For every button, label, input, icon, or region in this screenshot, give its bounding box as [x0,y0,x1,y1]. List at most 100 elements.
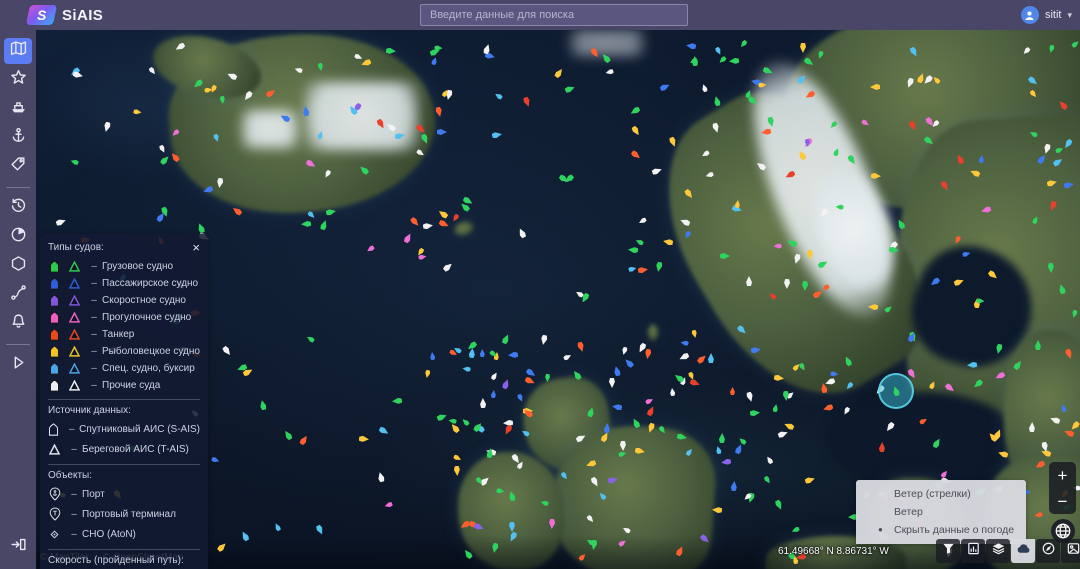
selected-vessel-marker[interactable] [892,385,901,396]
legend-dash: – [68,444,80,455]
legend-dash: – [88,261,100,272]
sidebar-item-star[interactable] [4,67,32,93]
glacier [242,110,298,148]
legend-symbol-icon [48,311,61,324]
globe-button[interactable] [1051,519,1075,543]
legend-dash: – [68,489,80,500]
legend-row: –Спец. судно, буксир [48,360,200,377]
weather-menu-item[interactable]: Ветер [856,503,1026,521]
legend-dash: – [88,380,100,391]
legend-symbol-icon [68,380,81,391]
legend-label: Береговой АИС (T-AIS) [82,444,189,455]
zoom-out-button[interactable]: − [1049,488,1076,514]
play-icon [10,354,27,376]
legend-dash: – [88,312,100,323]
stats-button[interactable] [961,539,985,563]
legend-label: Спец. судно, буксир [102,363,195,374]
sidebar-item-history[interactable] [4,195,32,221]
user-menu[interactable]: sitit ▾ [1021,0,1072,30]
cloud-icon [1016,541,1031,561]
sidebar-item-polygon[interactable] [4,253,32,279]
legend-symbol-icon [48,444,61,455]
legend-label: Прогулочное судно [102,312,191,323]
legend-speed-title: Скорость (пройденный путь): [48,555,200,566]
bell-icon [10,313,27,335]
zoom-in-button[interactable]: + [1049,462,1076,488]
sidebar-item-tag[interactable] [4,154,32,180]
sidebar-item-route[interactable] [4,282,32,308]
legend-row: –Прочие суда [48,377,200,394]
legend-symbol-icon [68,261,81,272]
star-icon [10,69,27,91]
legend-panel: Типы судов: × –Грузовое судно–Пассажирск… [40,234,208,569]
cloud [568,30,646,56]
layers-button[interactable] [986,539,1010,563]
weather-menu-item[interactable]: ●Скрыть данные о погоде [856,521,1026,539]
user-name: sitit [1045,9,1062,21]
landmass-ireland [458,452,564,569]
sidebar-item-pie-chart[interactable] [4,224,32,250]
globe-icon [1054,522,1072,540]
filter-button[interactable] [936,539,960,563]
zoom-control: + − [1049,462,1076,514]
sidebar-item-play[interactable] [4,352,32,378]
legend-title: Типы судов: [48,242,104,253]
route-icon [10,284,27,306]
weather-menu-label: Ветер [894,506,923,518]
compass-button[interactable] [1036,539,1060,563]
map-canvas[interactable]: Типы судов: × –Грузовое судно–Пассажирск… [36,30,1080,569]
legend-row: –Береговой АИС (T-AIS) [48,439,200,459]
polygon-icon [10,255,27,277]
legend-symbol-icon [68,295,81,306]
legend-symbol-icon [68,363,81,374]
legend-row: –Спутниковый АИС (S-AIS) [48,419,200,439]
sidebar-divider [6,187,30,188]
app-logo: S [26,5,57,25]
sidebar-item-bell[interactable] [4,311,32,337]
legend-symbol-icon [48,507,61,521]
skagerrak-strait [826,392,1018,488]
legend-row: –Прогулочное судно [48,309,200,326]
divider [48,464,200,465]
sidebar-item-collapse[interactable] [4,534,32,560]
cloud-button[interactable] [1011,539,1035,563]
compass-icon [1041,541,1056,561]
pie-chart-icon [10,226,27,248]
search-input[interactable] [420,4,688,26]
legend-ship-types: –Грузовое судно–Пассажирское судно–Скоро… [48,258,200,394]
sidebar-item-anchor[interactable] [4,125,32,151]
selected-vessel-highlight[interactable] [878,373,914,409]
layers-icon [991,541,1006,561]
legend-label: Скоростное судно [102,295,186,306]
sidebar [0,30,36,569]
weather-menu-item[interactable]: Ветер (стрелки) [856,485,1026,503]
legend-symbol-icon [48,379,61,392]
legend-label: Рыболовецкое судно [102,346,200,357]
sidebar-item-ship[interactable] [4,96,32,122]
weather-menu: Ветер (стрелки) Ветер ●Скрыть данные о пог… [856,480,1026,544]
filter-icon [941,541,956,561]
sidebar-item-map[interactable] [4,38,32,64]
legend-symbol-icon [48,277,61,290]
collapse-icon [10,536,27,558]
logo-letter: S [37,8,46,22]
legend-symbol-icon [48,529,61,540]
legend-symbol-icon [48,345,61,358]
close-icon[interactable]: × [192,241,200,254]
legend-symbol-icon [68,312,81,323]
weather-menu-label: Скрыть данные о погоде [894,524,1014,536]
legend-row: –Пассажирское судно [48,275,200,292]
legend-symbol-icon [68,329,81,340]
divider [48,399,200,400]
legend-objects-title: Объекты: [48,470,200,481]
legend-symbol-icon [68,278,81,289]
legend-row: –СНО (AtoN) [48,524,200,544]
legend-row: –Скоростное судно [48,292,200,309]
chevron-down-icon: ▾ [1067,10,1072,21]
legend-symbol-icon [48,487,61,501]
legend-label: Спутниковый АИС (S-AIS) [79,424,200,435]
legend-dash: – [88,363,100,374]
legend-symbol-icon [68,346,81,357]
stats-icon [966,541,981,561]
legend-symbol-icon [48,328,61,341]
